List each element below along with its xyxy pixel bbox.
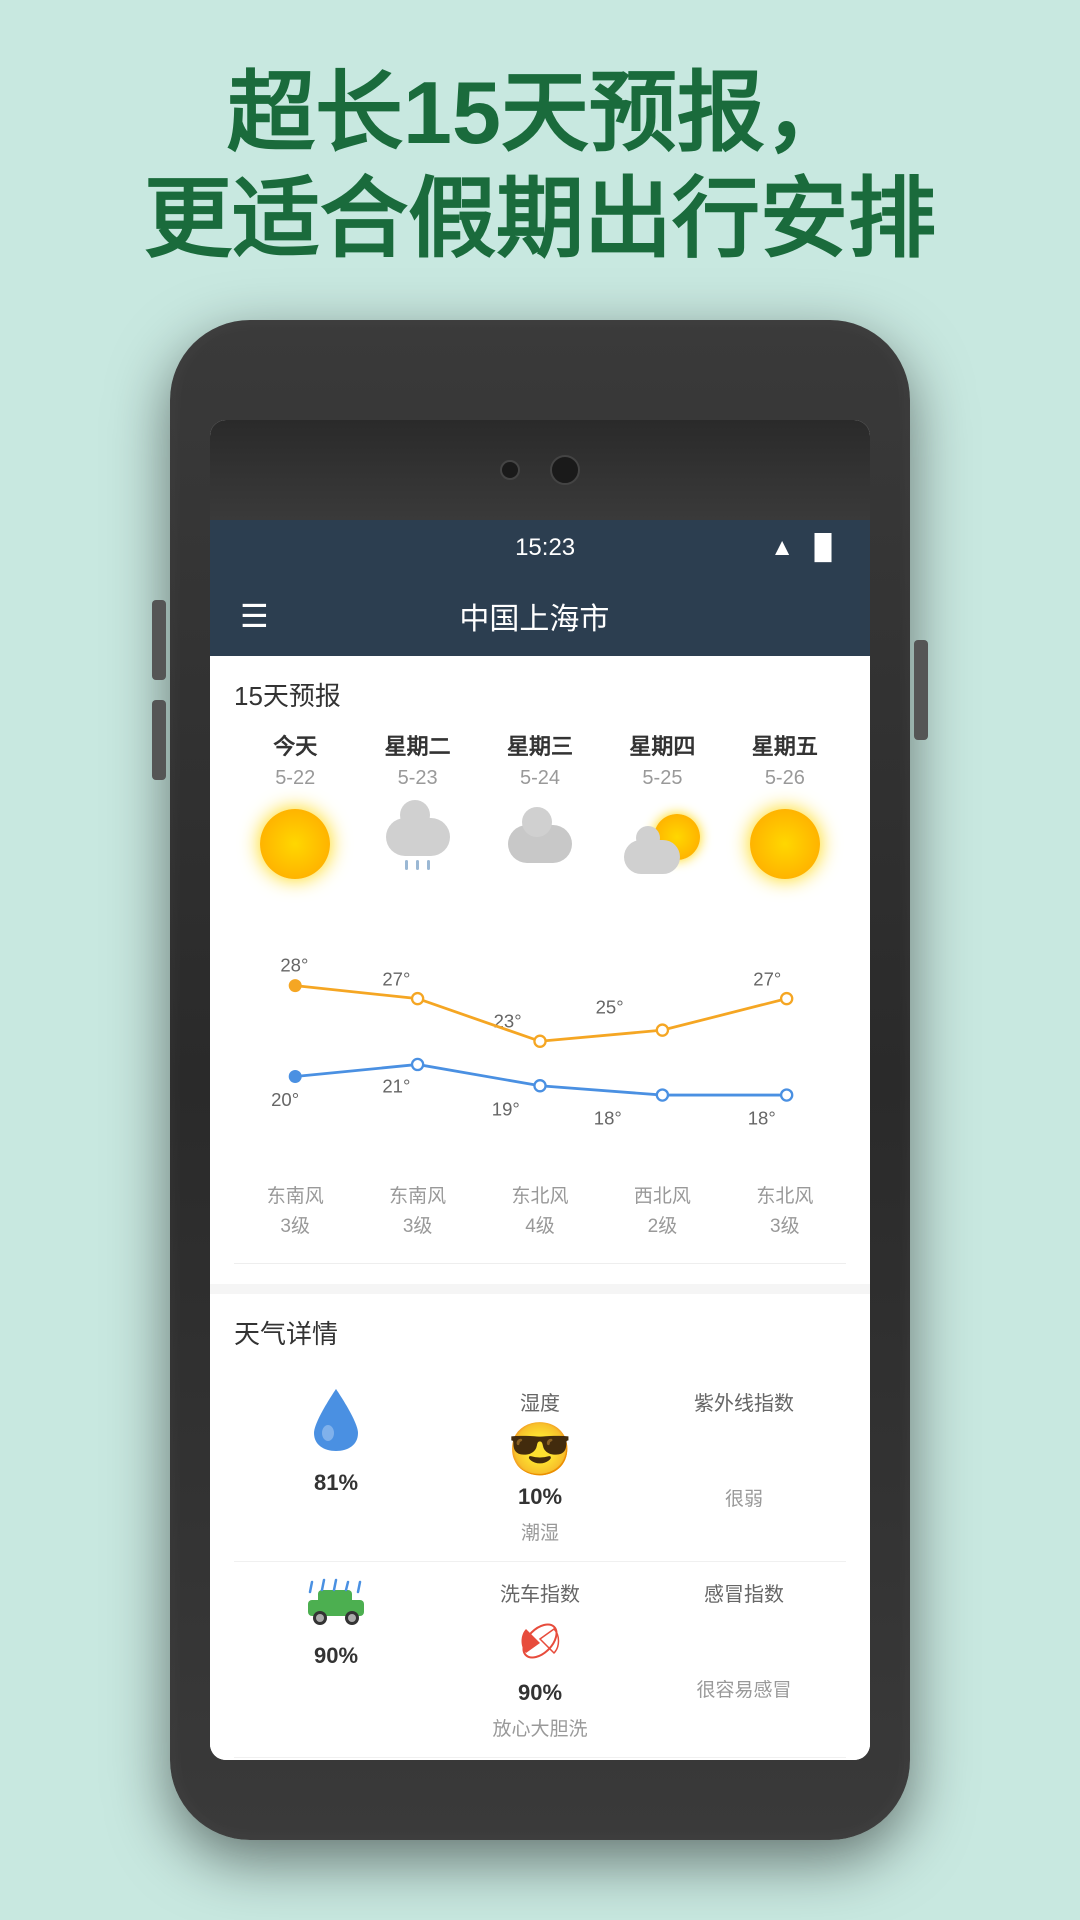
- weather-details-section: 天气详情 81%: [210, 1294, 870, 1760]
- weather-icon-sunny-0: [255, 804, 335, 884]
- battery-icon: ▐▌: [806, 534, 840, 562]
- wind-info: 东南风 3级 东南风 3级 东北风 4级: [234, 1172, 846, 1264]
- uv-icon: 😎: [508, 1424, 573, 1476]
- cold-icon: [514, 1615, 566, 1672]
- uv-decoration: [718, 1424, 770, 1476]
- wind-day-1: 东南风 3级: [356, 1182, 478, 1243]
- volume-down-button: [152, 700, 166, 780]
- svg-text:19°: 19°: [492, 1098, 520, 1119]
- detail-carwash: 90%: [234, 1562, 438, 1758]
- cold-decoration: [718, 1615, 770, 1667]
- status-icons: ▲ ▐▌: [770, 534, 840, 562]
- cold-value: 90%: [518, 1680, 562, 1706]
- header-title: 超长15天预报， 更适合假期出行安排: [40, 60, 1040, 271]
- phone-shell: 15:23 ▲ ▐▌ ☰ 中国上海市 15天预报: [170, 320, 910, 1840]
- speaker: [550, 455, 580, 485]
- carwash-value: 90%: [314, 1643, 358, 1669]
- front-camera: [500, 460, 520, 480]
- wind-day-0: 东南风 3级: [234, 1182, 356, 1243]
- forecast-day-3: 星期四 5-25: [601, 729, 723, 892]
- svg-text:28°: 28°: [280, 955, 308, 976]
- weather-icon-partly-3: [622, 804, 702, 884]
- wind-day-4: 东北风 3级: [724, 1182, 846, 1243]
- forecast-day-2: 星期三 5-24: [479, 729, 601, 892]
- phone-top-notch: [210, 420, 870, 520]
- page-header: 超长15天预报， 更适合假期出行安排: [0, 0, 1080, 311]
- status-bar: 15:23 ▲ ▐▌: [210, 520, 870, 576]
- humidity-sub: 潮湿: [521, 1518, 559, 1545]
- weather-icon-rainy-1: [378, 804, 458, 884]
- cold-sub: 很容易感冒: [696, 1675, 791, 1702]
- wind-day-2: 东北风 4级: [479, 1182, 601, 1243]
- phone-screen: 15:23 ▲ ▐▌ ☰ 中国上海市 15天预报: [210, 420, 870, 1760]
- forecast-day-0: 今天 5-22: [234, 729, 356, 892]
- detail-cold: 感冒指数 很容易感冒: [642, 1562, 846, 1758]
- app-navbar: ☰ 中国上海市: [210, 576, 870, 656]
- forecast-title: 15天预报: [234, 676, 846, 713]
- cold-label: 感冒指数: [704, 1578, 784, 1607]
- details-grid: 81% 湿度 😎 10% 潮湿: [234, 1371, 846, 1758]
- forecast-day-4: 星期五 5-26: [724, 729, 846, 892]
- svg-text:27°: 27°: [382, 969, 410, 990]
- svg-text:18°: 18°: [748, 1108, 776, 1129]
- humidity-value: 81%: [314, 1470, 358, 1496]
- svg-text:20°: 20°: [271, 1089, 299, 1110]
- carwash-sub: 放心大胆洗: [492, 1714, 587, 1741]
- app-content: 15天预报 今天 5-22: [210, 656, 870, 1760]
- volume-up-button: [152, 600, 166, 680]
- power-button: [914, 640, 928, 740]
- uv-label: 紫外线指数: [694, 1387, 794, 1416]
- forecast-section: 15天预报 今天 5-22: [210, 656, 870, 1284]
- weather-icon-sunny-4: [745, 804, 825, 884]
- carwash-label-text: 洗车指数: [500, 1578, 580, 1607]
- svg-text:21°: 21°: [382, 1075, 410, 1096]
- humidity-label: 湿度: [520, 1387, 560, 1416]
- menu-icon[interactable]: ☰: [240, 597, 269, 635]
- carwash-icon: [304, 1578, 368, 1635]
- wind-day-3: 西北风 2级: [601, 1182, 723, 1243]
- details-title: 天气详情: [234, 1314, 846, 1351]
- uv-value: 10%: [518, 1484, 562, 1510]
- humidity-icon: [310, 1387, 362, 1462]
- svg-text:18°: 18°: [594, 1108, 622, 1129]
- weather-icon-cloudy-2: [500, 804, 580, 884]
- detail-carwash-label: 洗车指数 90%: [438, 1562, 642, 1758]
- detail-uv: 紫外线指数 很弱: [642, 1371, 846, 1562]
- detail-humidity-label: 湿度 😎 10% 潮湿: [438, 1371, 642, 1562]
- city-title: 中国上海市: [269, 594, 800, 638]
- svg-text:23°: 23°: [494, 1010, 522, 1031]
- svg-text:25°: 25°: [596, 996, 624, 1017]
- svg-text:27°: 27°: [753, 969, 781, 990]
- temperature-chart: 28° 27° 23° 25° 27°: [234, 902, 846, 1162]
- wifi-icon: ▲: [770, 534, 794, 562]
- uv-sub: 很弱: [725, 1484, 763, 1511]
- detail-humidity: 81%: [234, 1371, 438, 1562]
- forecast-days: 今天 5-22 星期二 5-23: [234, 729, 846, 892]
- phone-mockup: 15:23 ▲ ▐▌ ☰ 中国上海市 15天预报: [170, 320, 910, 1840]
- forecast-day-1: 星期二 5-23: [356, 729, 478, 892]
- status-time: 15:23: [320, 534, 770, 562]
